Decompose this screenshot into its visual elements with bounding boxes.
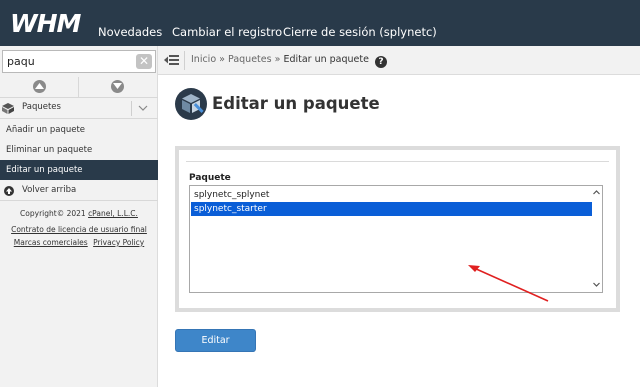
svg-text:WHM: WHM	[10, 9, 81, 37]
edit-button[interactable]: Editar	[175, 329, 256, 352]
breadcrumb-packages[interactable]: Paquetes	[228, 54, 272, 65]
nav-logout[interactable]: Cierre de sesión (splynetc)	[283, 25, 437, 39]
scroll-down-icon[interactable]	[111, 80, 124, 93]
page-title: Editar un paquete	[212, 94, 380, 113]
divider	[78, 77, 79, 98]
divider	[131, 101, 132, 116]
package-option-splynet[interactable]: splynetc_splynet	[191, 188, 592, 202]
sidebar-category-packages[interactable]: Paquetes	[0, 98, 158, 119]
chevron-down-icon[interactable]	[138, 103, 148, 113]
copyright: Copyright© 2021 cPanel, L.L.C.	[0, 209, 158, 218]
arrow-up-circle-icon	[4, 186, 14, 196]
sidebar-category-label: Paquetes	[22, 102, 61, 112]
cpanel-link[interactable]: cPanel, L.L.C.	[88, 209, 138, 218]
expand-collapse-row	[0, 77, 158, 98]
eula-link[interactable]: Contrato de licencia de usuario final	[11, 225, 147, 234]
trademarks-link[interactable]: Marcas comerciales	[14, 238, 88, 247]
sidebar: ✕ Paquetes Añadir un paquete Eliminar un…	[0, 46, 158, 387]
back-to-top-label: Volver arriba	[22, 185, 77, 195]
breadcrumb-home[interactable]: Inicio	[191, 54, 216, 65]
collapse-sidebar-icon[interactable]	[164, 54, 179, 66]
whm-logo[interactable]: WHM	[10, 9, 86, 37]
help-icon[interactable]: ?	[375, 56, 387, 68]
nav-news[interactable]: Novedades	[98, 25, 162, 39]
clear-search-icon[interactable]: ✕	[136, 54, 152, 69]
eula-row: Contrato de licencia de usuario final	[0, 225, 158, 234]
sidebar-item-add-package[interactable]: Añadir un paquete	[0, 120, 158, 140]
breadcrumb-separator: »	[274, 54, 281, 65]
top-header: WHM Novedades Cambiar el registro Cierre…	[0, 0, 640, 46]
divider	[184, 51, 185, 70]
divider	[186, 161, 609, 162]
scroll-down-arrow-icon[interactable]	[593, 281, 600, 288]
privacy-link[interactable]: Privacy Policy	[93, 238, 144, 247]
sidebar-item-edit-package[interactable]: Editar un paquete	[0, 160, 158, 180]
breadcrumb-current: Editar un paquete	[283, 54, 369, 65]
breadcrumb-bar: Inicio » Paquetes » Editar un paquete ?	[158, 46, 640, 75]
breadcrumb: Inicio » Paquetes » Editar un paquete ?	[191, 54, 387, 68]
back-to-top-link[interactable]: Volver arriba	[0, 181, 158, 201]
box-icon	[2, 103, 14, 114]
sidebar-item-delete-package[interactable]: Eliminar un paquete	[0, 140, 158, 160]
annotation-arrow-icon	[468, 265, 549, 302]
scroll-up-icon[interactable]	[33, 80, 46, 93]
search-input[interactable]	[3, 51, 133, 72]
search-box: ✕	[2, 50, 156, 73]
copyright-prefix: Copyright© 2021	[20, 209, 89, 218]
package-label: Paquete	[189, 173, 231, 183]
scroll-up-arrow-icon[interactable]	[593, 189, 600, 196]
edit-package-icon	[175, 88, 207, 120]
legal-row: Marcas comerciales Privacy Policy	[0, 238, 158, 247]
breadcrumb-separator: »	[219, 54, 225, 65]
nav-change-log[interactable]: Cambiar el registro	[172, 25, 282, 39]
package-option-starter[interactable]: splynetc_starter	[191, 202, 592, 216]
